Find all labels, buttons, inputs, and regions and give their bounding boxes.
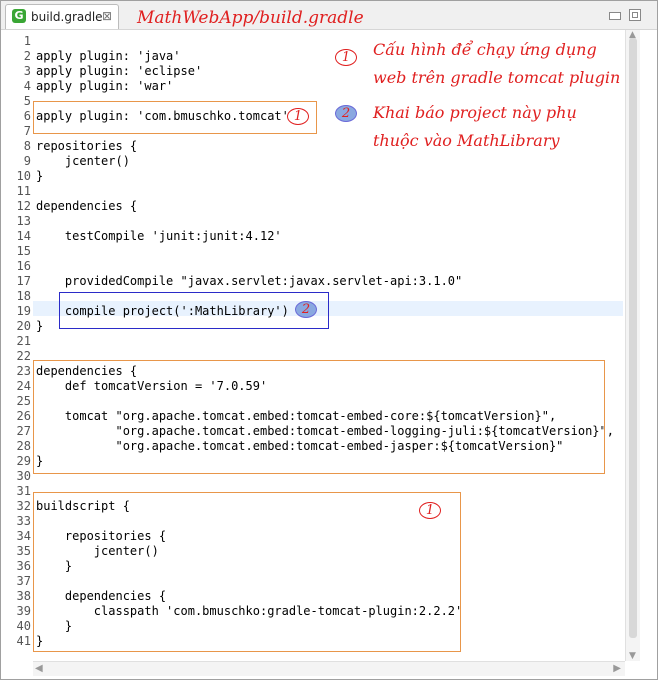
marker-1-apply-tomcat: 1 (287, 108, 309, 125)
line-number: 5 (23, 94, 31, 108)
tab-bar: G build.gradle ⊠ MathWebApp/build.gradle (1, 1, 657, 30)
marker-2-note: 2 (335, 105, 357, 122)
line-number: 25 (16, 394, 31, 408)
line-number: 23 (16, 364, 31, 378)
scroll-right-arrow-icon[interactable]: ▶ (613, 663, 621, 675)
line-number: 6 (23, 109, 31, 123)
line-number: 40 (16, 619, 31, 633)
line-number: 37 (16, 574, 31, 588)
line-number: 41 (16, 634, 31, 648)
vertical-scroll-thumb[interactable] (629, 38, 637, 638)
marker-1-note: 1 (335, 49, 357, 66)
line-number: 11 (16, 184, 31, 198)
maximize-button[interactable] (629, 9, 641, 21)
note-2-line-2: thuộc vào MathLibrary (373, 131, 560, 150)
note-1-line-1: Cấu hình để chạy ứng dụng (373, 40, 597, 59)
code-line[interactable]: apply plugin: 'java' (36, 49, 181, 64)
annotation-box-tomcat-dependencies (33, 360, 605, 474)
line-number: 16 (16, 259, 31, 273)
line-number: 39 (16, 604, 31, 618)
code-line[interactable]: } (36, 319, 43, 334)
line-number: 30 (16, 469, 31, 483)
line-number: 7 (23, 124, 31, 138)
line-number: 29 (16, 454, 31, 468)
line-number: 35 (16, 544, 31, 558)
annotation-box-buildscript (33, 492, 461, 652)
gradle-file-icon: G (12, 9, 26, 23)
note-1-line-2: web trên gradle tomcat plugin (373, 68, 621, 87)
close-tab-icon[interactable]: ⊠ (102, 8, 112, 24)
code-line[interactable]: repositories { (36, 139, 137, 154)
line-number: 13 (16, 214, 31, 228)
line-number: 1 (23, 34, 31, 48)
line-number: 31 (16, 484, 31, 498)
editor-window: G build.gradle ⊠ MathWebApp/build.gradle… (0, 0, 658, 680)
scroll-down-arrow-icon[interactable]: ▼ (629, 651, 636, 661)
note-2-line-1: Khai báo project này phụ (373, 103, 577, 122)
code-line[interactable]: providedCompile "javax.servlet:javax.ser… (36, 274, 462, 289)
code-line[interactable]: apply plugin: 'war' (36, 79, 173, 94)
minimize-button[interactable] (609, 12, 621, 20)
code-line[interactable]: apply plugin: 'eclipse' (36, 64, 202, 79)
line-number: 38 (16, 589, 31, 603)
tab-build-gradle[interactable]: G build.gradle ⊠ (5, 4, 119, 29)
marker-1-buildscript: 1 (419, 502, 441, 519)
line-number: 3 (23, 64, 31, 78)
code-line[interactable]: testCompile 'junit:junit:4.12' (36, 229, 282, 244)
line-number: 15 (16, 244, 31, 258)
line-number: 4 (23, 79, 31, 93)
code-editor[interactable]: 1 2 apply plugin: 'java' 3 apply plugin: 'ec… (1, 30, 623, 661)
scroll-left-arrow-icon[interactable]: ◀ (35, 663, 43, 675)
vertical-scrollbar[interactable]: ▲ ▼ (625, 30, 640, 661)
line-number: 27 (16, 424, 31, 438)
line-number: 36 (16, 559, 31, 573)
line-number: 9 (23, 154, 31, 168)
tab-label: build.gradle (31, 10, 103, 24)
line-number: 24 (16, 379, 31, 393)
line-number: 22 (16, 349, 31, 363)
line-number: 33 (16, 514, 31, 528)
line-number: 12 (16, 199, 31, 213)
line-number: 2 (23, 49, 31, 63)
line-number: 21 (16, 334, 31, 348)
line-number: 19 (16, 304, 31, 318)
line-number: 26 (16, 409, 31, 423)
line-number: 10 (16, 169, 31, 183)
line-number: 28 (16, 439, 31, 453)
code-line[interactable]: jcenter() (36, 154, 130, 169)
code-line[interactable]: dependencies { (36, 199, 137, 214)
file-path-annotation: MathWebApp/build.gradle (137, 8, 364, 28)
line-number: 32 (16, 499, 31, 513)
code-line[interactable]: } (36, 169, 43, 184)
horizontal-scrollbar[interactable]: ◀ ▶ (33, 661, 625, 676)
line-number: 8 (23, 139, 31, 153)
line-number: 18 (16, 289, 31, 303)
line-number: 17 (16, 274, 31, 288)
marker-2-compile-project: 2 (295, 301, 317, 318)
line-number: 34 (16, 529, 31, 543)
line-number: 20 (16, 319, 31, 333)
line-number: 14 (16, 229, 31, 243)
annotation-box-apply-tomcat (33, 101, 317, 134)
annotation-box-compile-project (59, 292, 329, 329)
